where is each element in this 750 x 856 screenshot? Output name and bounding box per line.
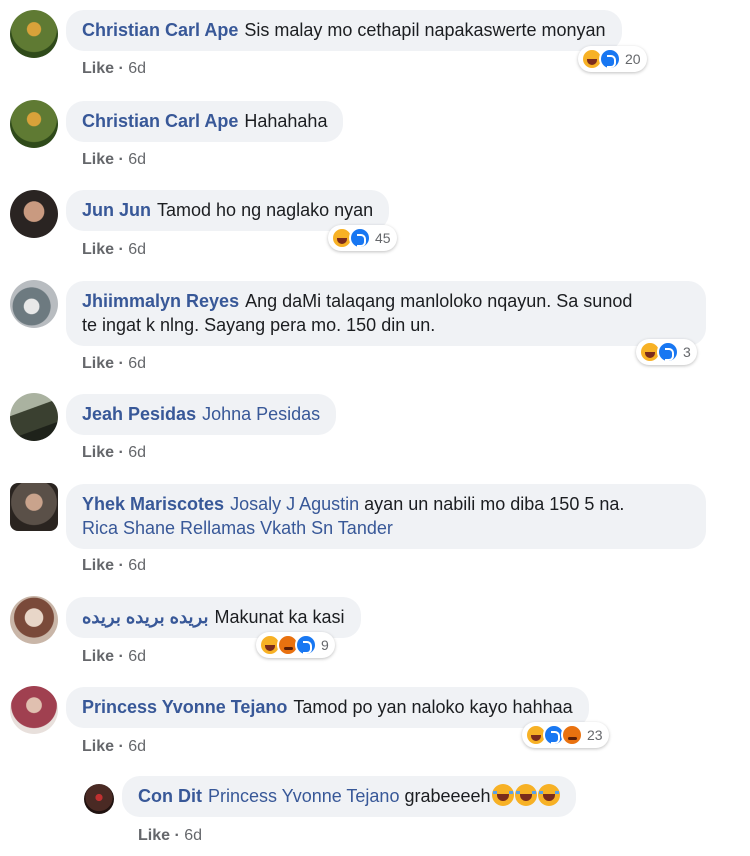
timestamp[interactable]: 6d xyxy=(128,444,146,461)
comment-meta: Like · 6d xyxy=(82,648,147,665)
reaction-count: 45 xyxy=(375,230,391,246)
avatar[interactable] xyxy=(10,483,58,531)
like-icon xyxy=(657,341,679,363)
timestamp[interactable]: 6d xyxy=(128,151,146,168)
comment-bubble: Yhek Mariscotes Josaly J Agustin ayan un … xyxy=(66,484,706,549)
commenter-name[interactable]: Jun Jun xyxy=(82,200,151,220)
avatar[interactable] xyxy=(10,10,58,58)
comment-meta: Like · 6d xyxy=(82,557,147,574)
comment-text-line-2: te ingat k nlng. Sayang pera mo. 150 din… xyxy=(82,315,436,335)
commenter-name[interactable]: Christian Carl Ape xyxy=(82,20,238,40)
commenter-name[interactable]: Jeah Pesidas xyxy=(82,404,196,424)
like-link[interactable]: Like xyxy=(82,241,114,258)
commenter-name[interactable]: Jhiimmalyn Reyes xyxy=(82,291,239,311)
tagged-user[interactable]: Princess Yvonne Tejano xyxy=(208,786,399,806)
comment-bubble: Christian Carl Ape Hahahaha xyxy=(66,101,344,142)
comment-bubble: Christian Carl Ape Sis malay mo cethapil … xyxy=(66,10,622,51)
comment-text: Sis malay mo cethapil napakaswerte monya… xyxy=(244,20,606,40)
tagged-user[interactable]: Johna Pesidas xyxy=(202,404,320,424)
timestamp[interactable]: 6d xyxy=(184,827,202,844)
like-icon xyxy=(349,227,371,249)
comment-meta: Like · 6d xyxy=(82,355,147,372)
avatar[interactable] xyxy=(10,686,58,734)
like-link[interactable]: Like xyxy=(82,444,114,461)
like-icon xyxy=(599,48,621,70)
timestamp[interactable]: 6d xyxy=(128,241,146,258)
comment-text: Makunat ka kasi xyxy=(214,607,345,627)
comment-meta: Like · 6d xyxy=(82,444,147,461)
timestamp[interactable]: 6d xyxy=(128,557,146,574)
comment-text: Ang daMi talaqang manloloko nqayun. Sa s… xyxy=(245,291,633,311)
tagged-users-line-2[interactable]: Rica Shane Rellamas Vkath Sn Tander xyxy=(82,518,393,538)
reaction-summary[interactable]: 20 xyxy=(578,46,647,72)
commenter-name[interactable]: Con Dit xyxy=(138,786,202,806)
comment-text: Hahahaha xyxy=(244,111,328,131)
like-link[interactable]: Like xyxy=(82,738,114,755)
reaction-count: 9 xyxy=(321,637,329,653)
avatar[interactable] xyxy=(10,190,58,238)
comment-bubble: Con Dit Princess Yvonne Tejano grabeeeeh xyxy=(122,776,576,817)
comment-text: Tamod ho ng naglako nyan xyxy=(157,200,374,220)
tears-of-joy-emoji-icon xyxy=(514,784,537,806)
comment-meta: Like · 6d xyxy=(82,241,147,258)
comment-text: ayan un nabili mo diba 150 5 na. xyxy=(364,494,625,514)
comment-meta: Like · 6d xyxy=(82,151,147,168)
reaction-summary[interactable]: 45 xyxy=(328,225,397,251)
angry-icon xyxy=(561,724,583,746)
tagged-user[interactable]: Josaly J Agustin xyxy=(230,494,359,514)
reaction-summary[interactable]: 23 xyxy=(522,722,609,748)
like-link[interactable]: Like xyxy=(138,827,170,844)
timestamp[interactable]: 6d xyxy=(128,648,146,665)
tears-of-joy-emoji-icon xyxy=(537,784,560,806)
avatar[interactable] xyxy=(10,596,58,644)
reaction-count: 23 xyxy=(587,727,603,743)
commenter-name[interactable]: Christian Carl Ape xyxy=(82,111,238,131)
like-link[interactable]: Like xyxy=(82,60,114,77)
like-link[interactable]: Like xyxy=(82,151,114,168)
comment-meta: Like · 6d xyxy=(82,60,147,77)
reaction-count: 20 xyxy=(625,51,641,67)
reaction-summary[interactable]: 3 xyxy=(636,339,697,365)
avatar[interactable] xyxy=(10,100,58,148)
comment-meta: Like · 6d xyxy=(138,827,203,844)
comment-text: Tamod po yan naloko kayo hahhaa xyxy=(293,697,573,717)
reaction-count: 3 xyxy=(683,344,691,360)
avatar[interactable] xyxy=(10,280,58,328)
like-link[interactable]: Like xyxy=(82,557,114,574)
comment-bubble: Jeah Pesidas Johna Pesidas xyxy=(66,394,337,435)
comment-text: grabeeeeh xyxy=(404,786,491,806)
like-icon xyxy=(295,634,317,656)
like-link[interactable]: Like xyxy=(82,355,114,372)
commenter-name[interactable]: بريده بريده بريده xyxy=(82,607,209,627)
tears-of-joy-emoji-icon xyxy=(491,784,514,806)
timestamp[interactable]: 6d xyxy=(128,738,146,755)
avatar[interactable] xyxy=(84,784,114,814)
commenter-name[interactable]: Princess Yvonne Tejano xyxy=(82,697,287,717)
comment-bubble: Jhiimmalyn Reyes Ang daMi talaqang manlol… xyxy=(66,281,706,346)
comment-meta: Like · 6d xyxy=(82,738,147,755)
avatar[interactable] xyxy=(10,393,58,441)
commenter-name[interactable]: Yhek Mariscotes xyxy=(82,494,224,514)
comment-bubble: Princess Yvonne Tejano Tamod po yan nalok… xyxy=(66,687,589,728)
timestamp[interactable]: 6d xyxy=(128,355,146,372)
timestamp[interactable]: 6d xyxy=(128,60,146,77)
reaction-summary[interactable]: 9 xyxy=(256,632,335,658)
like-link[interactable]: Like xyxy=(82,648,114,665)
